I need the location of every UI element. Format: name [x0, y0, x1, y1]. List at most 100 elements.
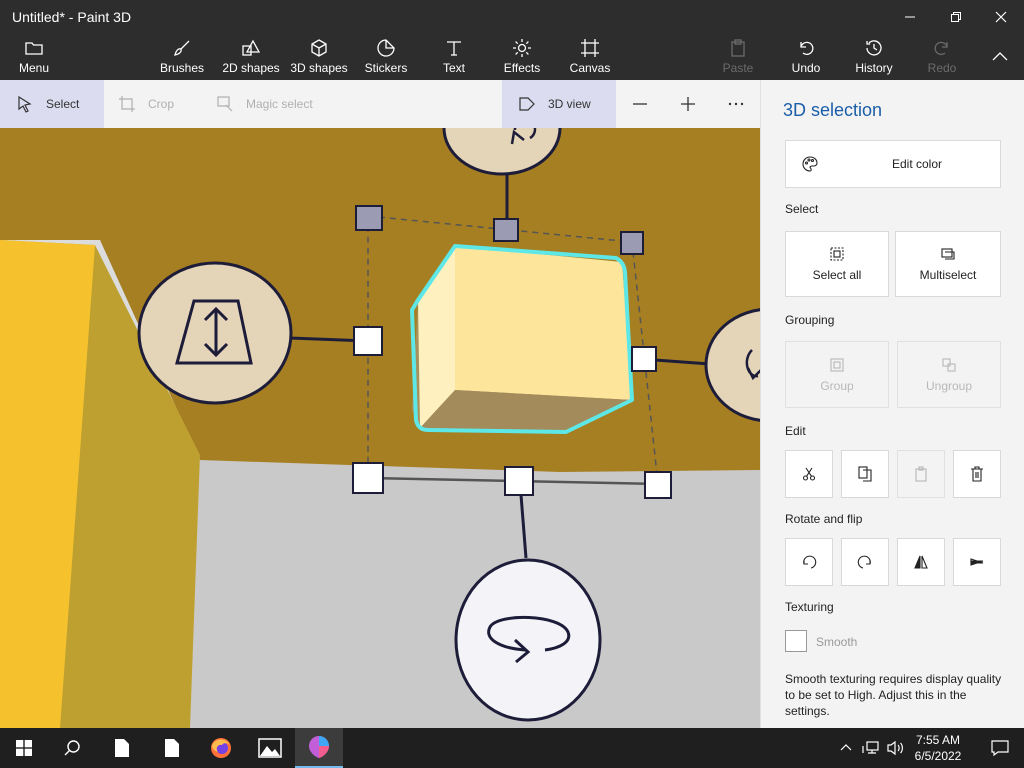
3d-view-button[interactable]: 3D view [502, 80, 616, 128]
cube-icon [311, 39, 327, 57]
copy-button[interactable] [841, 450, 889, 498]
taskbar-file-2[interactable] [148, 728, 196, 768]
show-hidden-icons-button[interactable] [834, 728, 858, 768]
3d-view-label: 3D view [548, 97, 591, 111]
flip-horizontal-button[interactable] [897, 538, 945, 586]
rotate-left-button[interactable] [785, 538, 833, 586]
effects-label: Effects [503, 61, 541, 75]
close-button[interactable] [978, 0, 1024, 34]
magic-select-button[interactable]: Magic select [216, 80, 336, 128]
collapse-ribbon-button[interactable] [982, 34, 1018, 80]
smooth-label: Smooth [816, 635, 858, 649]
group-button[interactable]: Group [785, 341, 889, 408]
ungroup-label: Ungroup [925, 378, 973, 393]
paste-panel-button[interactable] [897, 450, 945, 498]
select-section-header: Select [785, 202, 819, 216]
zoom-out-button[interactable] [628, 80, 652, 128]
corner-handle-top-left[interactable] [355, 205, 383, 231]
cut-button[interactable] [785, 450, 833, 498]
firefox-icon [211, 738, 231, 758]
stickers-button[interactable]: Stickers [362, 34, 410, 80]
multiselect-button[interactable]: Multiselect [895, 231, 1001, 297]
start-button[interactable] [0, 728, 48, 768]
search-button[interactable] [48, 728, 96, 768]
text-button[interactable]: Text [430, 34, 478, 80]
history-icon [866, 40, 882, 56]
chevron-up-icon [992, 52, 1008, 61]
grouping-section-header: Grouping [785, 313, 835, 327]
effects-button[interactable]: Effects [498, 34, 546, 80]
corner-handle-bottom-right[interactable] [644, 471, 672, 499]
taskbar-paint-3d[interactable] [295, 728, 343, 768]
paste-button[interactable]: Paste [714, 34, 762, 80]
edge-handle-top[interactable] [493, 218, 519, 242]
history-button[interactable]: History [850, 34, 898, 80]
flip-vertical-icon [970, 558, 984, 566]
3d-scene[interactable] [0, 128, 760, 728]
paste-label: Paste [722, 61, 754, 75]
taskbar-firefox[interactable] [197, 728, 245, 768]
clock-date: 6/5/2022 [914, 749, 962, 763]
select-all-button[interactable]: Select all [785, 231, 889, 297]
edge-handle-left[interactable] [353, 326, 383, 356]
shapes-2d-button[interactable]: 2D shapes [220, 34, 282, 80]
text-label: Text [442, 61, 465, 75]
network-button[interactable] [858, 728, 884, 768]
flip-horizontal-icon [914, 555, 928, 569]
redo-button[interactable]: Redo [918, 34, 966, 80]
select-tool-button[interactable]: Select [0, 80, 104, 128]
brushes-button[interactable]: Brushes [156, 34, 208, 80]
select-all-icon [830, 247, 844, 261]
smooth-checkbox[interactable] [785, 630, 807, 652]
rotate-z-handle[interactable] [454, 558, 602, 722]
rotate-right-button[interactable] [841, 538, 889, 586]
restore-icon [951, 12, 961, 22]
multiselect-label: Multiselect [919, 268, 977, 282]
system-clock[interactable]: 7:55 AM 6/5/2022 [905, 732, 971, 764]
paste-icon [731, 39, 745, 57]
flip-vertical-button[interactable] [953, 538, 1001, 586]
edge-handle-right[interactable] [631, 346, 657, 372]
minimize-button[interactable] [887, 0, 933, 34]
maximize-button[interactable] [933, 0, 979, 34]
rotate-left-icon [803, 555, 817, 569]
chevron-up-icon [840, 744, 852, 751]
windows-logo-icon [16, 740, 32, 756]
edge-handle-bottom[interactable] [504, 466, 534, 496]
stickers-label: Stickers [364, 61, 408, 75]
taskbar-photos[interactable] [246, 728, 294, 768]
smooth-note: Smooth texturing requires display qualit… [785, 672, 1002, 718]
ribbon-toolbar: Menu Brushes 2D shapes 3D shapes Sticker… [0, 34, 1024, 80]
brushes-label: Brushes [159, 61, 205, 75]
canvas-button[interactable]: Canvas [566, 34, 614, 80]
cube-front-face[interactable] [455, 246, 632, 400]
corner-handle-top-right[interactable] [620, 231, 644, 255]
more-options-button[interactable] [724, 80, 748, 128]
panel-title: 3D selection [783, 100, 883, 120]
delete-button[interactable] [953, 450, 1001, 498]
zoom-in-button[interactable] [676, 80, 700, 128]
history-label: History [855, 61, 893, 75]
ungroup-button[interactable]: Ungroup [897, 341, 1001, 408]
palette-icon [802, 156, 818, 172]
search-icon [64, 740, 80, 756]
3d-view-icon [519, 97, 535, 111]
canvas-icon [581, 39, 599, 57]
edit-color-button[interactable]: Edit color [785, 140, 1001, 188]
crop-label: Crop [148, 97, 175, 111]
edit-section-header: Edit [785, 424, 806, 438]
select-label: Select [46, 97, 80, 111]
taskbar-file-1[interactable] [98, 728, 146, 768]
undo-button[interactable]: Undo [782, 34, 830, 80]
select-all-label: Select all [812, 268, 862, 282]
corner-handle-bottom-left[interactable] [352, 462, 384, 494]
crop-tool-button[interactable]: Crop [118, 80, 198, 128]
notifications-button[interactable] [976, 728, 1024, 768]
menu-button[interactable]: Menu [10, 34, 58, 80]
shapes-3d-button[interactable]: 3D shapes [288, 34, 350, 80]
edit-color-label: Edit color [891, 157, 943, 171]
shapes-2d-icon [242, 39, 261, 56]
document-icon [165, 739, 179, 757]
rotate-right-icon [857, 555, 871, 569]
drawing-canvas[interactable] [0, 128, 760, 728]
